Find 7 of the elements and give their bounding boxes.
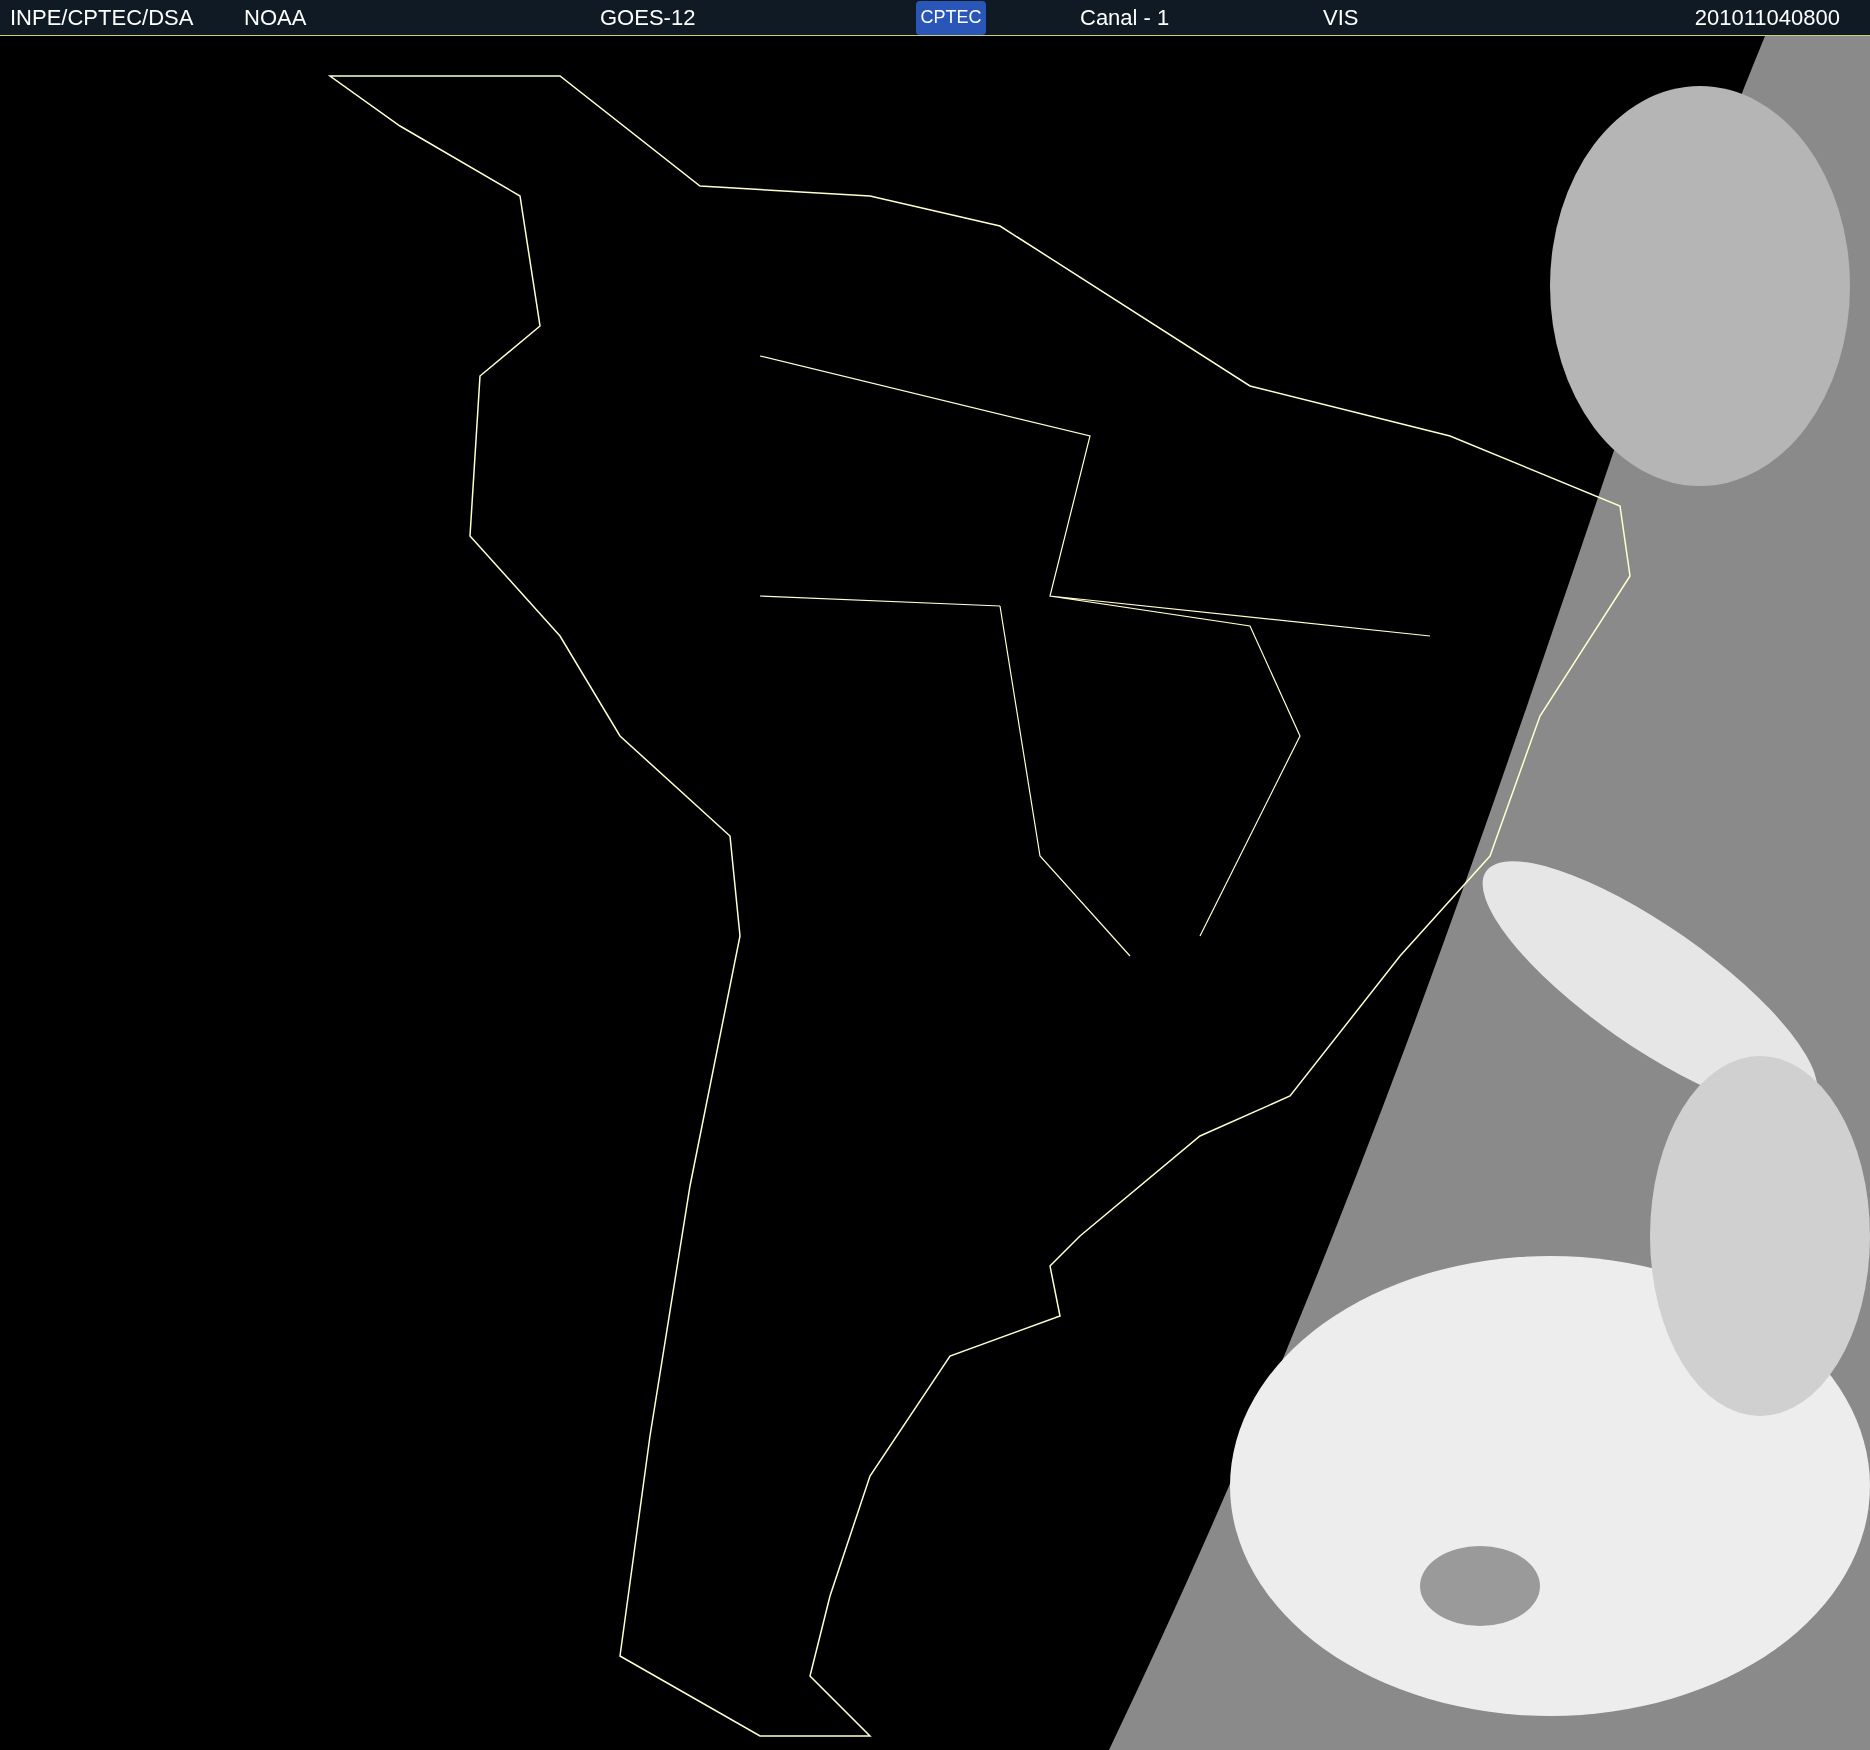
- timestamp-label: 201011040800: [1694, 4, 1841, 32]
- source-label: NOAA: [244, 4, 308, 32]
- agency-label: INPE/CPTEC/DSA: [10, 4, 195, 32]
- channel-label: Canal - 1: [1080, 4, 1171, 32]
- band-label: VIS: [1323, 4, 1359, 32]
- satellite-label: GOES-12: [600, 4, 697, 32]
- logo: CPTEC: [916, 0, 986, 35]
